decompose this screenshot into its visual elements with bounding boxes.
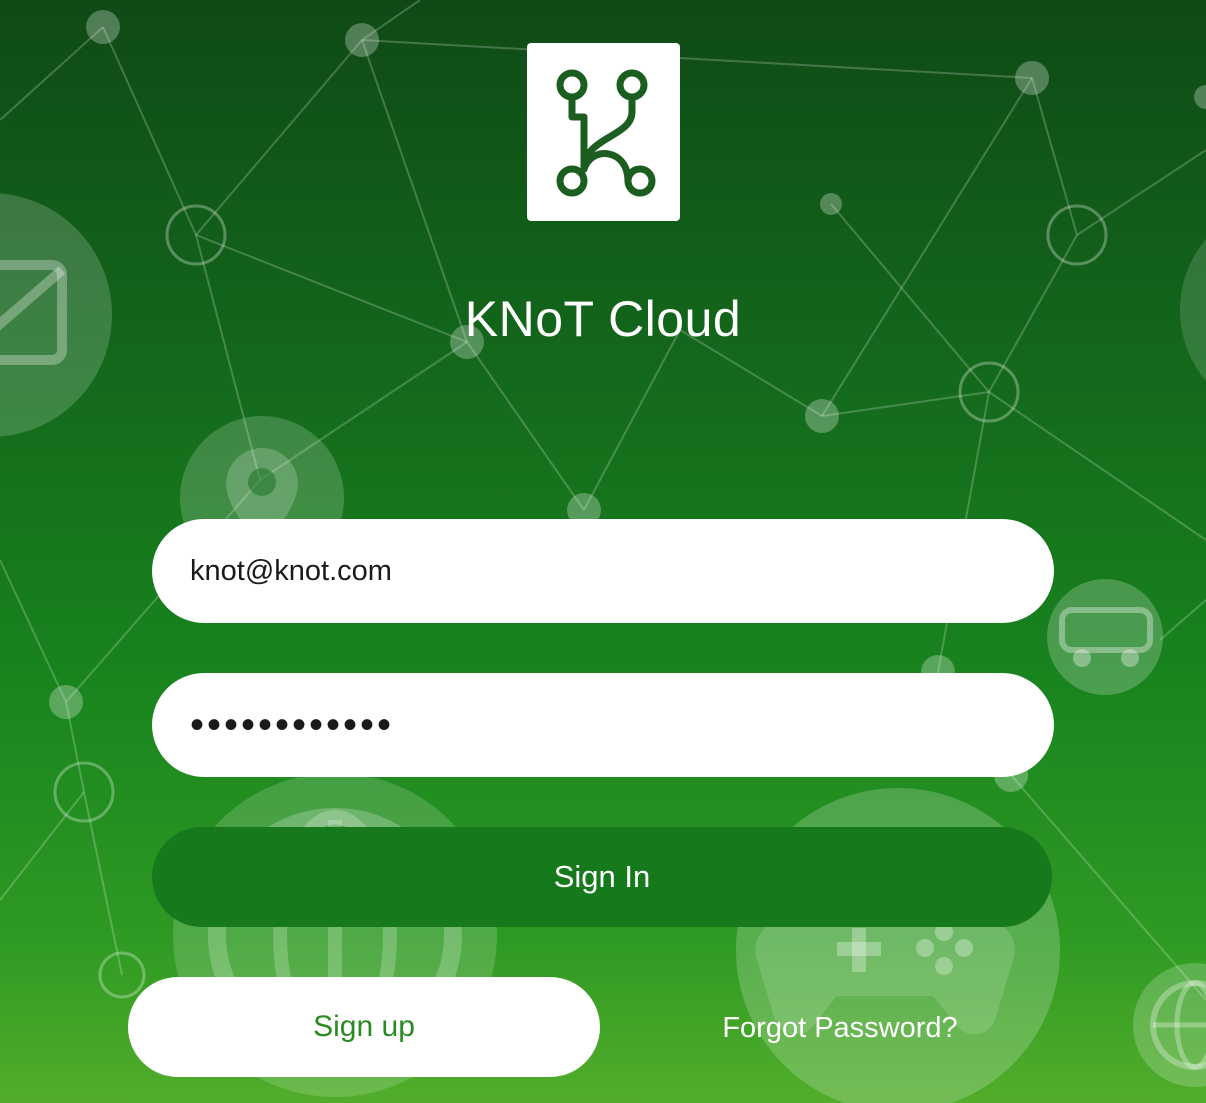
- forgot-password-link[interactable]: Forgot Password?: [700, 1000, 980, 1056]
- password-field[interactable]: [152, 673, 1054, 777]
- page-title: KNoT Cloud: [464, 291, 742, 347]
- sign-up-button[interactable]: Sign up: [128, 977, 600, 1077]
- sign-in-button[interactable]: Sign In: [152, 827, 1052, 927]
- email-field[interactable]: [152, 519, 1054, 623]
- globe-small-icon: [1133, 963, 1206, 1087]
- car-icon: [1047, 579, 1163, 695]
- login-screen: KNoT Cloud Sign In Sign up Forgot Passwo…: [0, 0, 1206, 1103]
- app-logo: [527, 43, 680, 221]
- knot-logo-icon: [556, 69, 655, 197]
